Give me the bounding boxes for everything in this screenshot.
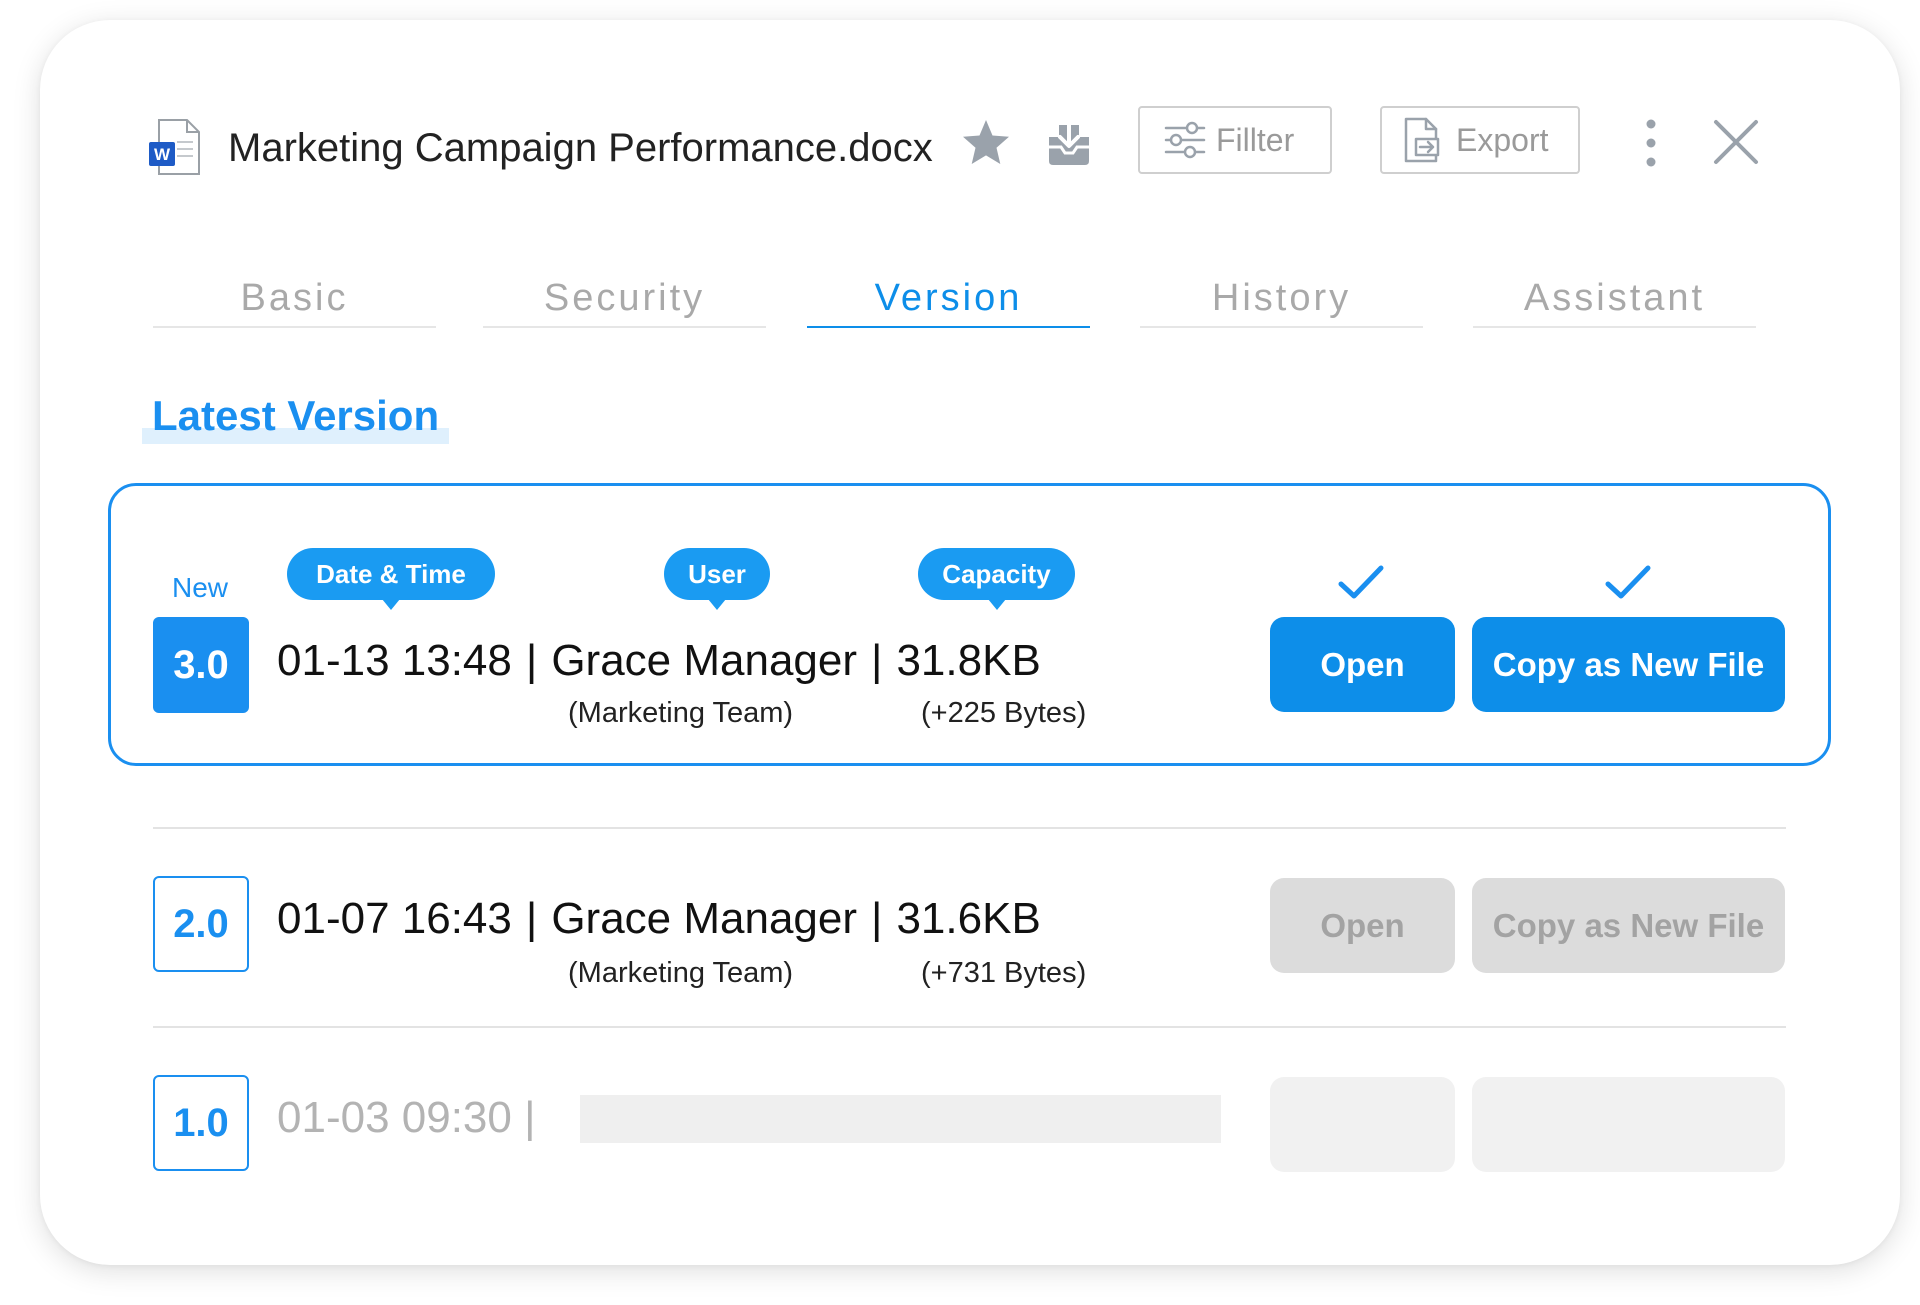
version-size: 31.8KB (896, 636, 1041, 685)
version-info-line: 01-07 16:43 | Grace Manager | 31.6KB (277, 891, 1041, 947)
tab-security[interactable]: Security (483, 270, 766, 328)
version-team: (Marketing Team) (568, 957, 794, 989)
more-vertical-icon[interactable] (1636, 118, 1666, 168)
copy-as-new-file-button[interactable]: Copy as New File (1472, 617, 1785, 712)
export-button[interactable]: Export (1380, 106, 1580, 174)
version-size-delta: (+731 Bytes) (921, 957, 1087, 989)
tab-assistant[interactable]: Assistant (1473, 270, 1756, 328)
check-icon (1605, 565, 1651, 599)
version-user: Grace Manager (551, 636, 858, 685)
capacity-tag: Capacity (918, 548, 1075, 610)
version-team: (Marketing Team) (568, 697, 794, 729)
open-button[interactable]: Open (1270, 878, 1455, 973)
datetime-tag: Date & Time (287, 548, 495, 610)
version-info-line: 01-13 13:48 | Grace Manager | 31.8KB (277, 633, 1041, 689)
row-divider (153, 1026, 1786, 1028)
version-datetime: 01-07 16:43 (277, 894, 512, 943)
word-doc-icon: W (149, 119, 200, 175)
tab-history[interactable]: History (1140, 270, 1423, 328)
separator: | (871, 894, 883, 943)
copy-button-placeholder (1472, 1077, 1785, 1172)
copy-as-new-file-button[interactable]: Copy as New File (1472, 878, 1785, 973)
open-button[interactable]: Open (1270, 617, 1455, 712)
version-size-delta: (+225 Bytes) (921, 697, 1087, 729)
download-icon[interactable] (1045, 117, 1093, 169)
version-badge: 3.0 (153, 617, 249, 713)
filter-button[interactable]: Fillter (1138, 106, 1332, 174)
loading-placeholder (580, 1095, 1221, 1143)
separator: | (871, 636, 883, 685)
version-badge: 1.0 (153, 1075, 249, 1171)
export-icon (1404, 117, 1440, 163)
star-icon[interactable] (960, 117, 1012, 169)
section-title-text: Latest Version (152, 392, 440, 439)
row-divider (153, 827, 1786, 829)
filter-icon (1164, 121, 1206, 159)
version-datetime: 01-13 13:48 (277, 636, 512, 685)
tab-basic[interactable]: Basic (153, 270, 436, 328)
version-size: 31.6KB (896, 894, 1041, 943)
tab-version[interactable]: Version (807, 270, 1090, 328)
separator: | (525, 894, 538, 943)
close-icon[interactable] (1710, 116, 1762, 168)
version-user: Grace Manager (551, 894, 858, 943)
tab-bar: Basic Security Version History Assistant (0, 270, 1920, 330)
section-title: Latest Version (142, 390, 450, 444)
open-button-placeholder (1270, 1077, 1455, 1172)
separator: | (525, 636, 538, 685)
file-title: Marketing Campaign Performance.docx (228, 126, 933, 170)
version-badge: 2.0 (153, 876, 249, 972)
user-tag: User (664, 548, 770, 610)
filter-label: Fillter (1216, 121, 1295, 158)
version-datetime: 01-03 09:30 | (277, 1093, 536, 1142)
doc-icon-letter: W (154, 145, 171, 164)
new-label: New (172, 572, 229, 603)
export-label: Export (1456, 121, 1549, 158)
check-icon (1338, 565, 1384, 599)
